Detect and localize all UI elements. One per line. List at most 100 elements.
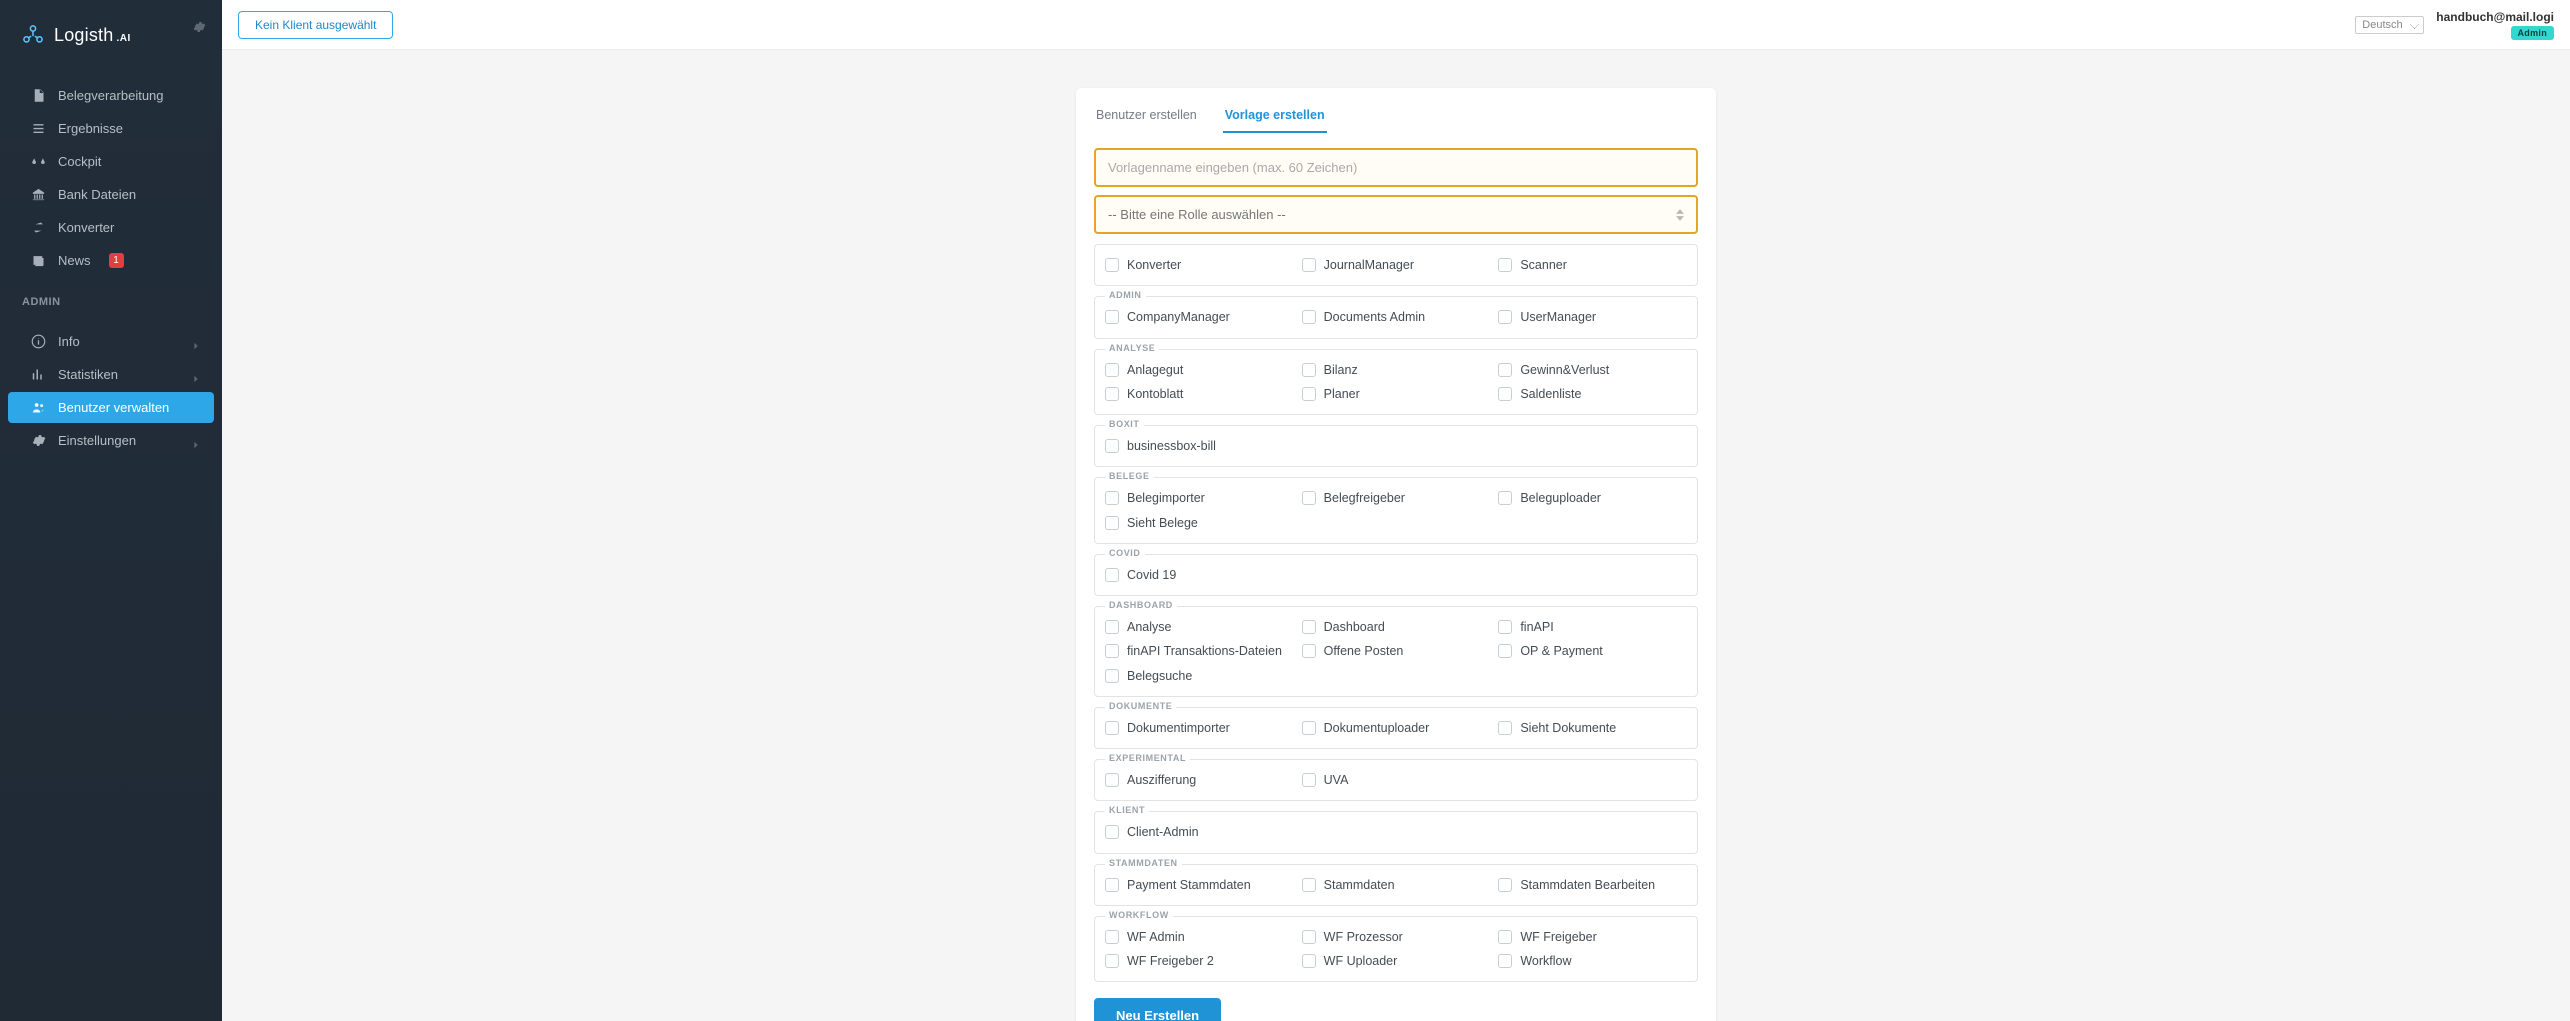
permission-checkbox[interactable]: UserManager: [1498, 307, 1687, 327]
checkbox-icon[interactable]: [1302, 620, 1316, 634]
permission-checkbox[interactable]: UVA: [1302, 770, 1491, 790]
permission-checkbox[interactable]: Documents Admin: [1302, 307, 1491, 327]
permission-checkbox[interactable]: Offene Posten: [1302, 641, 1491, 661]
brand[interactable]: Logisth .AI: [0, 0, 222, 70]
checkbox-icon[interactable]: [1302, 644, 1316, 658]
permission-checkbox[interactable]: Belegfreigeber: [1302, 488, 1491, 508]
checkbox-icon[interactable]: [1498, 930, 1512, 944]
permission-checkbox[interactable]: Belegsuche: [1105, 666, 1294, 686]
permission-checkbox[interactable]: Dokumentimporter: [1105, 718, 1294, 738]
checkbox-icon[interactable]: [1105, 258, 1119, 272]
permission-checkbox[interactable]: Planer: [1302, 384, 1491, 404]
template-name-input[interactable]: [1096, 150, 1696, 185]
checkbox-icon[interactable]: [1498, 310, 1512, 324]
sidebar-item-news[interactable]: News1: [8, 245, 214, 276]
language-select[interactable]: Deutsch: [2355, 16, 2424, 34]
checkbox-icon[interactable]: [1302, 930, 1316, 944]
sidebar-item-einstellungen[interactable]: Einstellungen: [8, 425, 214, 456]
checkbox-icon[interactable]: [1105, 387, 1119, 401]
permission-checkbox[interactable]: Gewinn&Verlust: [1498, 360, 1687, 380]
sidebar-item-statistiken[interactable]: Statistiken: [8, 359, 214, 390]
checkbox-icon[interactable]: [1498, 491, 1512, 505]
permission-checkbox[interactable]: Belegimporter: [1105, 488, 1294, 508]
sidebar-item-belegverarbeitung[interactable]: Belegverarbeitung: [8, 80, 214, 111]
permission-checkbox[interactable]: Kontoblatt: [1105, 384, 1294, 404]
sidebar-item-cockpit[interactable]: Cockpit: [8, 146, 214, 177]
permission-checkbox[interactable]: Client-Admin: [1105, 822, 1294, 842]
checkbox-icon[interactable]: [1498, 620, 1512, 634]
permission-checkbox[interactable]: Analyse: [1105, 617, 1294, 637]
permission-checkbox[interactable]: Bilanz: [1302, 360, 1491, 380]
permission-checkbox[interactable]: WF Uploader: [1302, 951, 1491, 971]
permission-checkbox[interactable]: Scanner: [1498, 255, 1687, 275]
sidebar-item-konverter[interactable]: Konverter: [8, 212, 214, 243]
checkbox-icon[interactable]: [1105, 878, 1119, 892]
tab-benutzer[interactable]: Benutzer erstellen: [1094, 98, 1199, 133]
checkbox-icon[interactable]: [1105, 363, 1119, 377]
permission-checkbox[interactable]: Stammdaten Bearbeiten: [1498, 875, 1687, 895]
permission-checkbox[interactable]: Konverter: [1105, 255, 1294, 275]
role-select[interactable]: -- Bitte eine Rolle auswählen --: [1094, 195, 1698, 234]
permission-checkbox[interactable]: Sieht Belege: [1105, 513, 1294, 533]
user-block[interactable]: handbuch@mail.logi Admin: [2436, 10, 2554, 40]
create-button[interactable]: Neu Erstellen: [1094, 998, 1221, 1021]
permission-checkbox[interactable]: Workflow: [1498, 951, 1687, 971]
sidebar-settings-icon[interactable]: [192, 18, 206, 39]
checkbox-icon[interactable]: [1105, 644, 1119, 658]
checkbox-icon[interactable]: [1498, 721, 1512, 735]
checkbox-icon[interactable]: [1105, 825, 1119, 839]
checkbox-icon[interactable]: [1302, 773, 1316, 787]
checkbox-icon[interactable]: [1498, 644, 1512, 658]
no-client-selected-button[interactable]: Kein Klient ausgewählt: [238, 11, 393, 39]
permission-checkbox[interactable]: WF Freigeber: [1498, 927, 1687, 947]
tab-vorlage[interactable]: Vorlage erstellen: [1223, 98, 1327, 133]
checkbox-icon[interactable]: [1498, 363, 1512, 377]
checkbox-icon[interactable]: [1302, 721, 1316, 735]
sidebar-item-info[interactable]: Info: [8, 326, 214, 357]
checkbox-icon[interactable]: [1302, 387, 1316, 401]
permission-checkbox[interactable]: WF Prozessor: [1302, 927, 1491, 947]
permission-checkbox[interactable]: finAPI: [1498, 617, 1687, 637]
checkbox-icon[interactable]: [1105, 669, 1119, 683]
checkbox-icon[interactable]: [1105, 930, 1119, 944]
permission-checkbox[interactable]: OP & Payment: [1498, 641, 1687, 661]
checkbox-icon[interactable]: [1498, 954, 1512, 968]
permission-checkbox[interactable]: Sieht Dokumente: [1498, 718, 1687, 738]
permission-checkbox[interactable]: Beleguploader: [1498, 488, 1687, 508]
checkbox-icon[interactable]: [1498, 878, 1512, 892]
checkbox-icon[interactable]: [1498, 258, 1512, 272]
permission-checkbox[interactable]: Covid 19: [1105, 565, 1294, 585]
permission-checkbox[interactable]: WF Admin: [1105, 927, 1294, 947]
permission-checkbox[interactable]: JournalManager: [1302, 255, 1491, 275]
checkbox-icon[interactable]: [1105, 491, 1119, 505]
permission-checkbox[interactable]: businessbox-bill: [1105, 436, 1294, 456]
checkbox-icon[interactable]: [1302, 310, 1316, 324]
permission-checkbox[interactable]: Anlagegut: [1105, 360, 1294, 380]
checkbox-icon[interactable]: [1105, 516, 1119, 530]
checkbox-icon[interactable]: [1105, 620, 1119, 634]
checkbox-icon[interactable]: [1302, 491, 1316, 505]
checkbox-icon[interactable]: [1105, 773, 1119, 787]
permission-checkbox[interactable]: Payment Stammdaten: [1105, 875, 1294, 895]
checkbox-icon[interactable]: [1105, 954, 1119, 968]
permission-checkbox[interactable]: Auszifferung: [1105, 770, 1294, 790]
permission-checkbox[interactable]: Dashboard: [1302, 617, 1491, 637]
checkbox-icon[interactable]: [1498, 387, 1512, 401]
checkbox-icon[interactable]: [1105, 721, 1119, 735]
sidebar-item-bank[interactable]: Bank Dateien: [8, 179, 214, 210]
permission-checkbox[interactable]: Saldenliste: [1498, 384, 1687, 404]
checkbox-icon[interactable]: [1105, 310, 1119, 324]
checkbox-icon[interactable]: [1105, 439, 1119, 453]
permission-checkbox[interactable]: Stammdaten: [1302, 875, 1491, 895]
permission-checkbox[interactable]: finAPI Transaktions-Dateien: [1105, 641, 1294, 661]
permission-checkbox[interactable]: WF Freigeber 2: [1105, 951, 1294, 971]
permission-checkbox[interactable]: CompanyManager: [1105, 307, 1294, 327]
sidebar-item-benutzer[interactable]: Benutzer verwalten: [8, 392, 214, 423]
checkbox-icon[interactable]: [1105, 568, 1119, 582]
permission-checkbox[interactable]: Dokumentuploader: [1302, 718, 1491, 738]
sidebar-item-ergebnisse[interactable]: Ergebnisse: [8, 113, 214, 144]
checkbox-icon[interactable]: [1302, 954, 1316, 968]
checkbox-icon[interactable]: [1302, 363, 1316, 377]
checkbox-icon[interactable]: [1302, 878, 1316, 892]
checkbox-icon[interactable]: [1302, 258, 1316, 272]
